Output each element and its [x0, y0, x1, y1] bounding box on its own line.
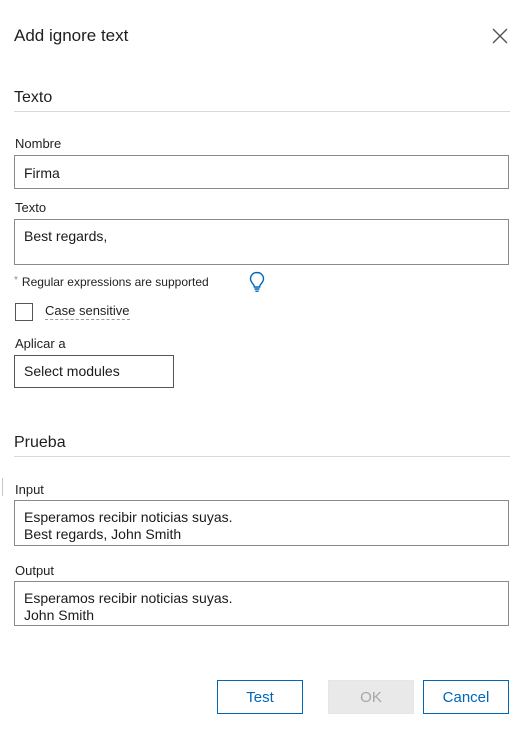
- text-field[interactable]: Best regards,: [14, 219, 509, 265]
- test-input-line: Best regards, John Smith: [24, 526, 182, 542]
- name-label: Nombre: [15, 136, 62, 151]
- test-input-field[interactable]: Esperamos recibir noticias suyas. Best r…: [14, 500, 509, 546]
- lightbulb-icon[interactable]: [249, 271, 265, 293]
- test-input-line: Esperamos recibir noticias suyas.: [24, 509, 233, 525]
- test-output-line: John Smith: [24, 607, 95, 623]
- hint-text: Regular expressions are supported: [21, 275, 209, 289]
- output-label: Output: [15, 563, 55, 578]
- module-select-value: Select modules: [24, 363, 120, 379]
- cancel-button[interactable]: Cancel: [423, 680, 509, 714]
- name-field[interactable]: Firma: [14, 155, 509, 189]
- input-label: Input: [15, 482, 44, 497]
- test-output-field: Esperamos recibir noticias suyas. John S…: [14, 581, 509, 626]
- text-label: Texto: [15, 200, 47, 215]
- ok-button[interactable]: OK: [328, 680, 414, 714]
- hint-marker: *: [14, 275, 18, 286]
- dialog-title: Add ignore text: [14, 26, 129, 45]
- edge-marker: [2, 478, 3, 496]
- test-output-line: Esperamos recibir noticias suyas.: [24, 590, 233, 606]
- section-divider: [14, 111, 510, 112]
- test-button[interactable]: Test: [217, 680, 303, 714]
- section-divider: [14, 456, 510, 457]
- section-heading-prueba: Prueba: [14, 434, 66, 451]
- regex-hint: * Regular expressions are supported: [14, 275, 209, 289]
- case-sensitive-label[interactable]: Case sensitive: [45, 303, 130, 320]
- name-field-value: Firma: [24, 165, 60, 181]
- section-heading-texto: Texto: [14, 89, 53, 106]
- apply-to-label: Aplicar a: [15, 336, 66, 351]
- add-ignore-text-dialog: Add ignore text Texto Nombre Firma Texto…: [0, 0, 518, 741]
- case-sensitive-checkbox[interactable]: [15, 303, 33, 321]
- module-select[interactable]: Select modules: [14, 355, 174, 388]
- close-icon[interactable]: [488, 24, 512, 48]
- text-field-value: Best regards,: [24, 228, 108, 244]
